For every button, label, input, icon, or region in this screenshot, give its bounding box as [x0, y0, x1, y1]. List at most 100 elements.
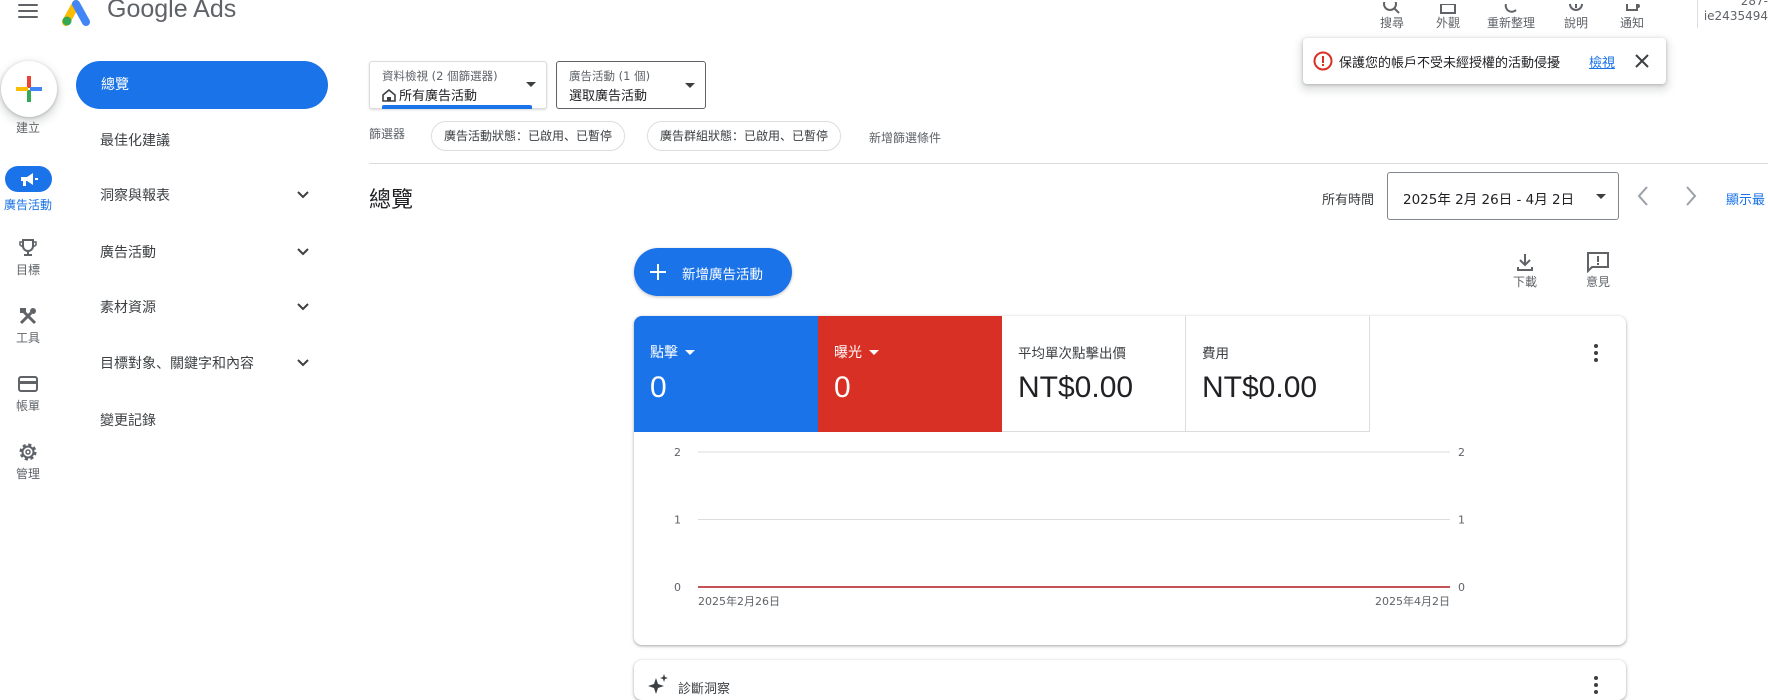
nav-item-label: 變更記錄 — [100, 413, 156, 429]
metric-label: 費用 — [1202, 346, 1229, 362]
data-view-caption: 資料檢視 (2 個篩選器) — [382, 69, 498, 83]
search-label: 搜尋 — [1379, 16, 1404, 30]
nav-item-label: 最佳化建議 — [100, 133, 170, 149]
metric-label: 平均單次點擊出價 — [1018, 346, 1126, 362]
new-campaign-label: 新增廣告活動 — [682, 267, 763, 283]
nav-item-change-history[interactable]: 變更記錄 — [100, 409, 310, 433]
dropdown-arrow-icon — [526, 82, 536, 87]
appearance-icon — [1418, 0, 1478, 14]
feedback-icon — [1587, 252, 1609, 273]
account-id: 287- — [1740, 0, 1768, 8]
chevron-left-icon[interactable] — [1636, 184, 1650, 208]
appearance-button[interactable]: 外觀 — [1418, 0, 1478, 31]
megaphone-icon — [4, 166, 52, 192]
google-ads-logo[interactable] — [62, 0, 94, 26]
more-options-icon[interactable] — [1594, 344, 1598, 365]
refresh-button[interactable]: 重新整理 — [1481, 0, 1541, 31]
brand-name: Google Ads — [107, 0, 237, 23]
diagnostics-card: 診斷洞察 — [634, 660, 1626, 700]
tools-icon — [0, 303, 56, 329]
active-indicator — [382, 105, 532, 109]
metric-value: 0 — [834, 371, 851, 404]
search-icon — [1362, 0, 1422, 14]
notifications-button[interactable]: 通知 — [1602, 0, 1662, 31]
filters-label: 篩選器 — [369, 127, 406, 141]
bell-icon — [1602, 0, 1662, 14]
metric-avg-cpc[interactable]: 平均單次點擊出價 NT$0.00 — [1002, 316, 1186, 432]
create-button[interactable] — [1, 61, 57, 117]
add-filter-button[interactable]: 新增篩選條件 — [869, 129, 941, 146]
nav-item-insights[interactable]: 洞察與報表 — [100, 184, 310, 208]
home-icon — [382, 89, 396, 102]
rail-item-billing[interactable]: 帳單 — [0, 371, 56, 414]
metric-clicks[interactable]: 點擊 0 — [634, 316, 818, 432]
rail-item-label: 工具 — [15, 331, 40, 345]
rail-item-tools[interactable]: 工具 — [0, 303, 56, 346]
download-icon — [1517, 254, 1533, 271]
help-button[interactable]: 說明 — [1546, 0, 1606, 31]
rail-item-admin[interactable]: 管理 — [0, 439, 56, 482]
trophy-icon — [0, 235, 56, 261]
feedback-button[interactable]: 意見 — [1578, 251, 1618, 290]
nav-item-overview[interactable]: 總覽 — [76, 61, 328, 109]
rail-item-campaigns[interactable]: 廣告活動 — [0, 166, 56, 213]
help-icon — [1546, 0, 1606, 14]
campaign-caption: 廣告活動 (1 個) — [569, 69, 651, 83]
rail-item-goals[interactable]: 目標 — [0, 235, 56, 278]
feedback-label: 意見 — [1585, 275, 1610, 289]
dropdown-arrow-icon — [1596, 194, 1606, 199]
date-range-picker[interactable]: 2025年 2月 26日 - 4月 2日 — [1387, 172, 1619, 220]
appearance-label: 外觀 — [1435, 16, 1460, 30]
y-tick-label-left: 1 — [674, 514, 681, 527]
metric-label: 點擊 — [650, 345, 678, 361]
metric-impressions[interactable]: 曝光 0 — [818, 316, 1002, 432]
y-tick-label-right: 2 — [1458, 446, 1465, 459]
close-icon[interactable] — [1633, 52, 1651, 70]
x-tick-label: 2025年4月2日 — [1375, 594, 1450, 608]
data-view-dropdown[interactable]: 資料檢視 (2 個篩選器) 所有廣告活動 — [369, 61, 547, 109]
credit-card-icon — [0, 371, 56, 397]
download-button[interactable]: 下載 — [1505, 251, 1545, 290]
gear-icon — [0, 439, 56, 465]
y-tick-label-left: 2 — [674, 446, 681, 459]
error-icon — [1313, 51, 1333, 71]
y-tick-label-left: 0 — [674, 581, 681, 594]
metric-value: 0 — [650, 371, 667, 404]
search-button[interactable]: 搜尋 — [1362, 0, 1422, 31]
nav-item-recommendations[interactable]: 最佳化建議 — [100, 129, 310, 153]
filter-chip-adgroup-status[interactable]: 廣告群組狀態：已啟用、已暫停 — [647, 121, 842, 151]
dropdown-arrow-icon — [869, 350, 879, 355]
data-view-value: 所有廣告活動 — [382, 85, 477, 104]
chevron-down-icon — [297, 303, 309, 311]
top-bar: Google Ads 搜尋 外觀 重新整理 說明 通知 287- ie24354… — [0, 0, 1768, 34]
notice-view-link[interactable]: 檢視 — [1589, 52, 1615, 71]
metric-value: NT$0.00 — [1202, 371, 1318, 404]
filter-chip-campaign-status[interactable]: 廣告活動狀態：已啟用、已暫停 — [431, 121, 626, 151]
new-campaign-button[interactable]: 新增廣告活動 — [634, 248, 792, 296]
date-range-value: 2025年 2月 26日 - 4月 2日 — [1403, 192, 1575, 208]
nav-item-label: 廣告活動 — [100, 245, 156, 261]
nav-item-label: 目標對象、關鍵字和內容 — [100, 356, 254, 372]
y-tick-label-right: 1 — [1458, 514, 1465, 527]
nav-item-label: 洞察與報表 — [100, 188, 170, 204]
nav-item-audiences[interactable]: 目標對象、關鍵字和內容 — [100, 352, 310, 376]
metric-cost[interactable]: 費用 NT$0.00 — [1186, 316, 1370, 432]
notice-text: 保護您的帳戶不受未經授權的活動侵擾 — [1339, 56, 1561, 71]
nav-item-campaigns[interactable]: 廣告活動 — [100, 241, 310, 265]
y-tick-label-right: 0 — [1458, 581, 1465, 594]
account-info[interactable]: 287- ie2435494 — [1696, 0, 1768, 24]
menu-icon[interactable] — [18, 4, 38, 20]
metric-value: NT$0.00 — [1018, 371, 1134, 404]
data-view-label: 所有廣告活動 — [399, 89, 478, 104]
page-title: 總覽 — [369, 188, 414, 213]
rail-item-label: 目標 — [15, 263, 40, 277]
performance-chart: 2 2 1 1 0 0 2025年2月26日 2025年4月2日 — [674, 446, 1465, 608]
chevron-right-icon[interactable] — [1684, 184, 1698, 208]
plus-icon — [650, 264, 666, 280]
show-link[interactable]: 顯示最 — [1726, 189, 1765, 208]
chevron-down-icon — [297, 191, 309, 199]
nav-item-assets[interactable]: 素材資源 — [100, 296, 310, 320]
campaign-dropdown[interactable]: 廣告活動 (1 個) 選取廣告活動 — [556, 61, 706, 109]
campaign-value: 選取廣告活動 — [569, 89, 648, 104]
diagnostics-title: 診斷洞察 — [678, 682, 731, 697]
